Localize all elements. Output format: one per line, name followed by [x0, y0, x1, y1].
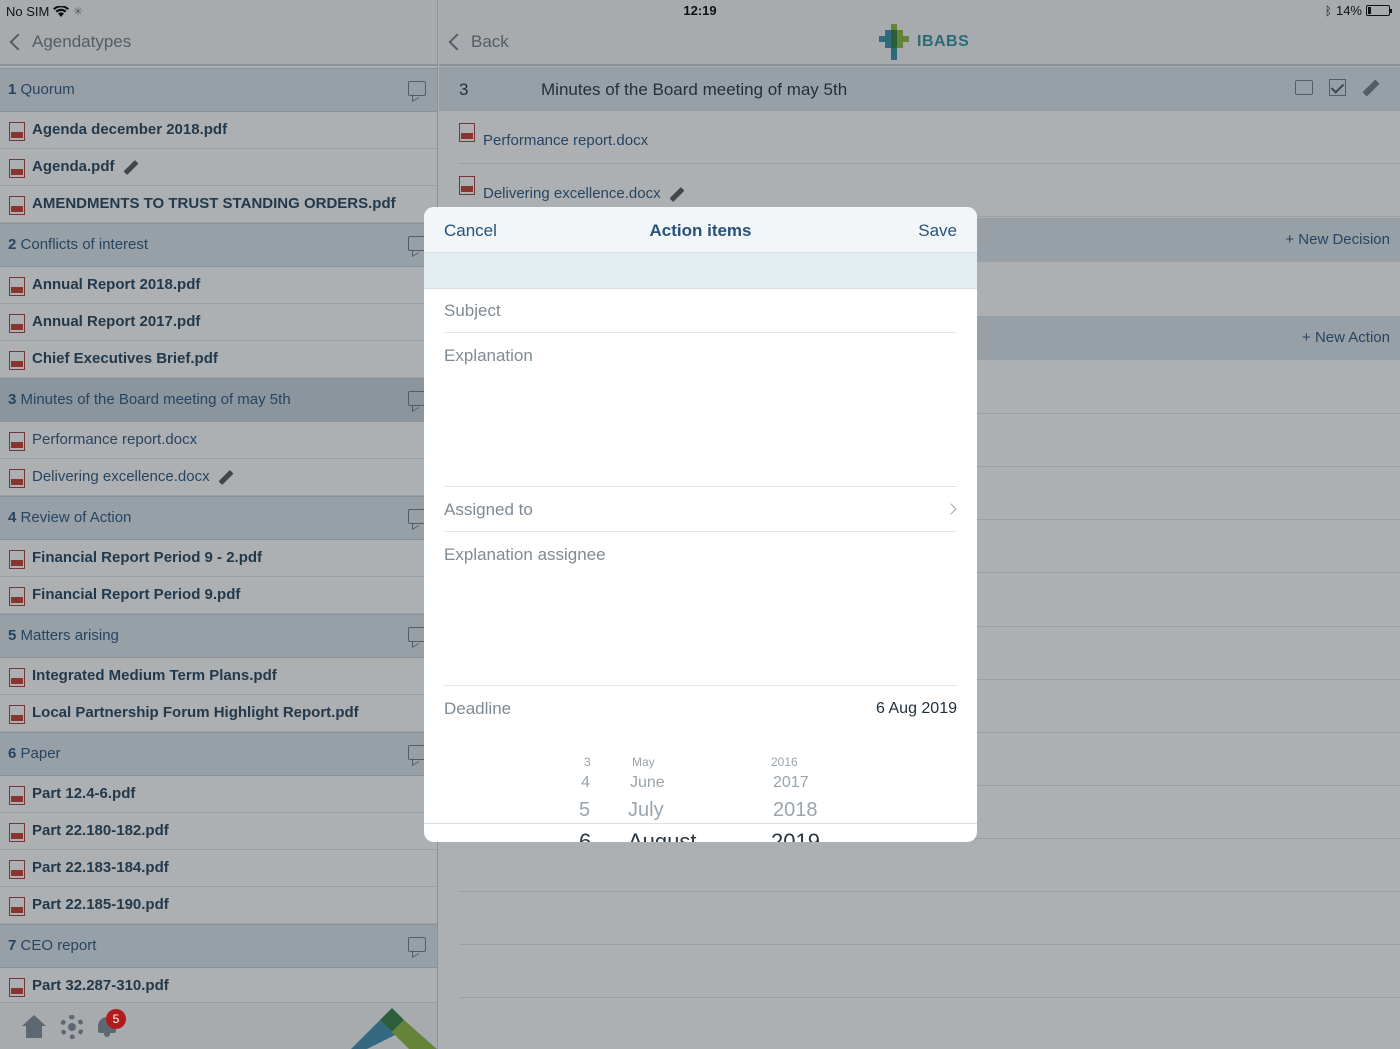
explanation-field[interactable]: Explanation [444, 346, 957, 486]
picker-day[interactable]: 6 [579, 829, 591, 842]
explanation-assignee-field[interactable]: Explanation assignee [444, 545, 957, 685]
deadline-value[interactable]: 6 Aug 2019 [876, 700, 957, 718]
picker-day[interactable]: 5 [579, 799, 590, 822]
assigned-to-row[interactable]: Assigned to [444, 500, 957, 520]
cancel-button[interactable]: Cancel [444, 221, 497, 241]
picker-day[interactable]: 4 [581, 774, 590, 792]
picker-year[interactable]: 2017 [773, 774, 809, 792]
divider [444, 531, 957, 532]
date-picker[interactable]: 3 4 5 6 May June July August 2016 2017 2… [424, 747, 977, 842]
picker-month[interactable]: June [630, 774, 665, 792]
picker-year[interactable]: 2016 [771, 755, 798, 769]
picker-year[interactable]: 2018 [773, 799, 818, 822]
action-items-dialog: Action items Cancel Save Subject Explana… [424, 207, 977, 842]
picker-day[interactable]: 3 [584, 755, 591, 769]
battery-icon [1366, 5, 1392, 16]
picker-month[interactable]: May [632, 755, 655, 769]
battery-percent: 14% [1335, 3, 1362, 18]
status-bar: No SIM ✳ 12:19 ᛒ 14% [0, 0, 1400, 22]
status-time: 12:19 [683, 3, 717, 18]
picker-month[interactable]: July [628, 799, 664, 822]
picker-selection-line [424, 823, 977, 824]
save-button[interactable]: Save [918, 221, 957, 241]
divider [444, 685, 957, 686]
notification-badge: 5 [106, 1009, 126, 1029]
dialog-header: Action items Cancel Save [424, 207, 977, 253]
dialog-title: Action items [649, 221, 752, 240]
subject-field[interactable]: Subject [444, 301, 957, 321]
dialog-info-strip [424, 253, 977, 289]
picker-month[interactable]: August [628, 829, 697, 842]
divider [444, 486, 957, 487]
divider [444, 332, 957, 333]
picker-year[interactable]: 2019 [771, 829, 820, 842]
bluetooth-icon: ᛒ [1324, 3, 1332, 18]
